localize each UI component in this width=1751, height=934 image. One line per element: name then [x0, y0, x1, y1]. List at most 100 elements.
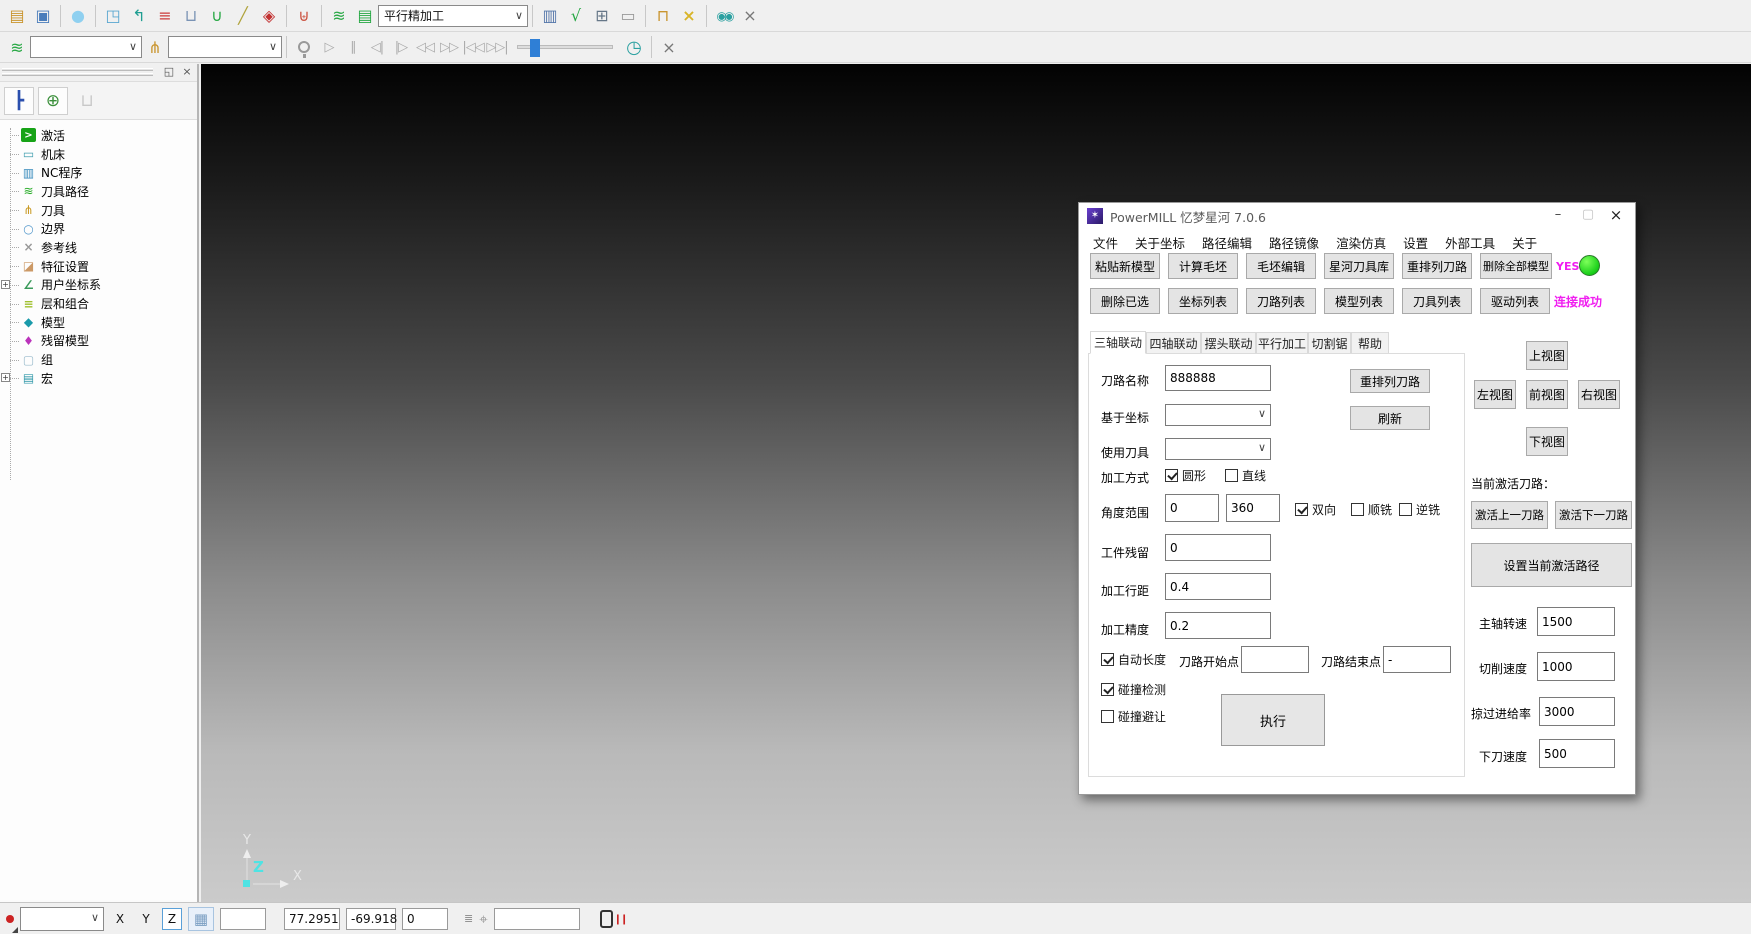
close-panel-icon[interactable]: × — [179, 65, 195, 78]
shaded-view-icon[interactable]: ● — [65, 4, 91, 28]
pencil-edit-icon[interactable]: ╱ — [230, 4, 256, 28]
tree-item-activate[interactable]: >激活 — [0, 126, 197, 145]
pattern-icon[interactable]: ◈ — [256, 4, 282, 28]
sim-strategy-icon[interactable]: ≋ — [4, 35, 30, 59]
based-coord-dropdown[interactable]: ∨ — [1165, 404, 1271, 426]
sim-toolpath-dropdown[interactable]: ∨ — [30, 36, 142, 58]
tab-swivel-head[interactable]: 摆头联动 — [1201, 332, 1256, 354]
minimize-button[interactable]: – — [1543, 203, 1573, 227]
tool-library-button[interactable]: 星河刀具库 — [1324, 253, 1394, 279]
panel-toggle-icon[interactable] — [600, 910, 613, 928]
conventional-mill-checkbox[interactable]: 逆铣 — [1399, 501, 1440, 518]
use-tool-dropdown[interactable]: ∨ — [1165, 438, 1271, 460]
delete-all-models-button[interactable]: 删除全部模型 — [1480, 253, 1552, 279]
drag-handle[interactable] — [2, 73, 153, 76]
menu-about[interactable]: 关于 — [1512, 233, 1537, 252]
auto-length-checkbox[interactable]: 自动长度 — [1101, 651, 1166, 668]
circular-checkbox[interactable]: 圆形 — [1165, 467, 1206, 484]
paste-new-model-button[interactable]: 粘贴新模型 — [1090, 253, 1160, 279]
tree-item-patterns[interactable]: ×参考线 — [0, 238, 197, 257]
sim-tool-icon[interactable]: ⋔ — [142, 35, 168, 59]
explorer-tree-tab-icon[interactable]: ┣ — [4, 87, 34, 115]
probe-icon[interactable]: ⌖ — [479, 910, 487, 928]
drive-list-button[interactable]: 驱动列表 — [1480, 288, 1550, 314]
tree-item-levels-sets[interactable]: ≡层和组合 — [0, 294, 197, 313]
refresh-button[interactable]: 刷新 — [1350, 406, 1430, 430]
ruler-icon[interactable]: ▭ — [615, 4, 641, 28]
leads-links-icon[interactable]: ∪ — [204, 4, 230, 28]
view-right-button[interactable]: 右视图 — [1578, 380, 1620, 409]
cutting-speed-input[interactable] — [1537, 652, 1615, 681]
menu-about-coords[interactable]: 关于坐标 — [1135, 233, 1185, 252]
stepover-input[interactable] — [1165, 573, 1271, 600]
tree-item-models[interactable]: ◆模型 — [0, 313, 197, 332]
collision-avoid-checkbox[interactable]: 碰撞避让 — [1101, 708, 1166, 725]
open-project-icon[interactable]: ▤ — [4, 4, 30, 28]
view-top-button[interactable]: 上视图 — [1526, 341, 1568, 370]
clock-icon[interactable]: ◷ — [621, 35, 647, 59]
tap-tool-icon[interactable]: ⊎ — [291, 4, 317, 28]
xyz-list-icon[interactable]: ≣ — [464, 914, 473, 924]
tree-item-boundaries[interactable]: ○边界 — [0, 219, 197, 238]
menu-settings[interactable]: 设置 — [1403, 233, 1428, 252]
delete-selected-button[interactable]: 删除已选 — [1090, 288, 1160, 314]
step-forward-icon[interactable]: |▷ — [389, 40, 413, 55]
go-to-end-icon[interactable]: ▷▷| — [485, 40, 509, 55]
viewport-canvas[interactable]: Y Z X ✶ PowerMILL 忆梦星河 7.0.6 – ▢ × 文件 关于… — [201, 64, 1751, 902]
save-project-icon[interactable]: ▣ — [30, 4, 56, 28]
coord-list-button[interactable]: 坐标列表 — [1168, 288, 1238, 314]
toolbar-close-icon[interactable]: × — [737, 4, 763, 28]
tool-database-icon[interactable]: ⊔ — [178, 4, 204, 28]
grid-icon[interactable]: ▦ — [188, 907, 214, 931]
maximize-button[interactable]: ▢ — [1573, 203, 1603, 227]
simulation-icon[interactable]: ▥ — [537, 4, 563, 28]
menu-path-edit[interactable]: 路径编辑 — [1202, 233, 1252, 252]
tree-item-workplanes[interactable]: +∠用户坐标系 — [0, 276, 197, 295]
toolpath-list-button[interactable]: 刀路列表 — [1246, 288, 1316, 314]
speed-slider[interactable] — [517, 45, 613, 49]
calc-block-button[interactable]: 计算毛坯 — [1168, 253, 1238, 279]
snap-field[interactable] — [494, 908, 580, 930]
block-icon[interactable]: ◳ — [100, 4, 126, 28]
climb-mill-checkbox[interactable]: 顺铣 — [1351, 501, 1392, 518]
workplane-dropdown[interactable]: ∨ — [20, 907, 104, 931]
tab-4axis[interactable]: 四轴联动 — [1146, 332, 1201, 354]
drag-handle[interactable] — [2, 68, 153, 71]
view-bottom-button[interactable]: 下视图 — [1526, 427, 1568, 456]
set-active-path-button[interactable]: 设置当前激活路径 — [1471, 543, 1632, 587]
view-left-button[interactable]: 左视图 — [1474, 380, 1516, 409]
tab-3axis[interactable]: 三轴联动 — [1090, 331, 1146, 354]
compare-models-icon[interactable]: ◉◉ — [711, 4, 737, 28]
tolerance-input[interactable] — [1165, 612, 1271, 639]
collision-check-checkbox[interactable]: 碰撞检测 — [1101, 681, 1166, 698]
skim-feedrate-input[interactable] — [1539, 697, 1615, 726]
angle-from-input[interactable] — [1165, 494, 1219, 522]
expand-toggle[interactable]: + — [1, 373, 10, 382]
coord-x-field[interactable]: 77.2951 — [284, 908, 340, 930]
stock-remain-input[interactable] — [1165, 534, 1271, 561]
axis-y-button[interactable]: Y — [136, 908, 156, 930]
tree-item-toolpaths[interactable]: ≋刀具路径 — [0, 182, 197, 201]
sim-toolbar-close-icon[interactable]: × — [656, 35, 682, 59]
coord-y-field[interactable]: -69.918 — [346, 908, 396, 930]
play-icon[interactable]: ▷ — [317, 40, 341, 55]
view-front-button[interactable]: 前视图 — [1526, 380, 1568, 409]
activate-next-toolpath-button[interactable]: 激活下一刀路 — [1555, 501, 1632, 529]
execute-button[interactable]: 执行 — [1221, 694, 1325, 746]
recycle-bin-tab-icon[interactable]: ⊔ — [72, 87, 102, 115]
strategy-dropdown[interactable]: 平行精加工 ∨ — [378, 5, 528, 27]
grid-size-field[interactable] — [220, 908, 266, 930]
step-back-icon[interactable]: ◁| — [365, 40, 389, 55]
tree-item-nc-program[interactable]: ▥NC程序 — [0, 163, 197, 182]
tool-list-button[interactable]: 刀具列表 — [1402, 288, 1472, 314]
transform-icon[interactable]: × — [676, 4, 702, 28]
tree-item-groups[interactable]: ▢组 — [0, 350, 197, 369]
toolpath-settings-icon[interactable]: ↰ — [126, 4, 152, 28]
tree-item-tools[interactable]: ⋔刀具 — [0, 201, 197, 220]
tab-saw[interactable]: 切割锯 — [1308, 332, 1351, 354]
start-point-input[interactable] — [1241, 646, 1309, 673]
strategy-list-icon[interactable]: ▤ — [352, 4, 378, 28]
float-panel-icon[interactable]: ◱ — [161, 65, 177, 78]
tab-parallel[interactable]: 平行加工 — [1256, 332, 1308, 354]
bidirectional-checkbox[interactable]: 双向 — [1295, 501, 1336, 518]
